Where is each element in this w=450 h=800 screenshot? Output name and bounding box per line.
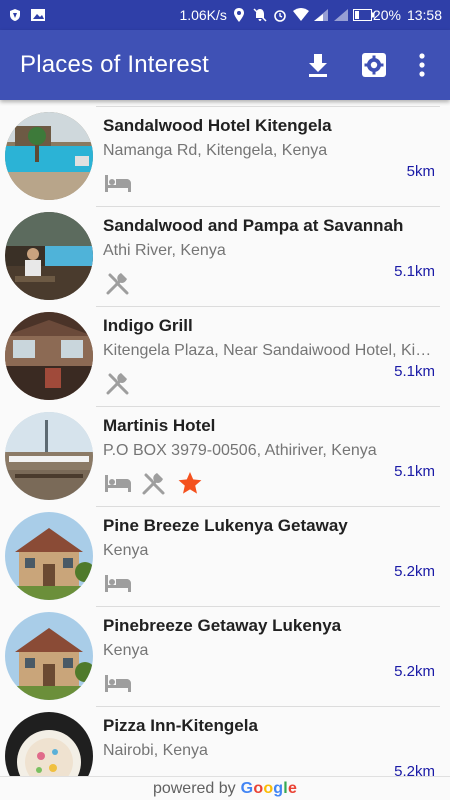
list-item[interactable]: Pizza Inn-Kitengela Nairobi, Kenya 5.2km xyxy=(0,700,450,776)
place-name: Pinebreeze Getaway Lukenya xyxy=(103,616,342,635)
place-photo xyxy=(5,612,93,700)
powered-by-google: powered by Google xyxy=(0,776,450,800)
battery-percent: 20% xyxy=(372,7,401,23)
google-logo-letter: G xyxy=(240,779,254,797)
place-distance: 5.2km xyxy=(394,663,435,680)
place-photo xyxy=(5,512,93,600)
status-bar: 1.06K/s 20% 13:58 xyxy=(0,0,450,30)
list-item[interactable]: Martinis Hotel P.O BOX 3979-00506, Athir… xyxy=(0,400,450,500)
places-list[interactable]: Sandalwood Hotel Kitengela Namanga Rd, K… xyxy=(0,100,450,776)
powered-by-label: powered by xyxy=(152,779,236,797)
image-icon xyxy=(30,8,45,22)
place-distance: 5.1km xyxy=(394,263,435,280)
hotel-icon xyxy=(103,670,133,696)
divider xyxy=(96,406,440,407)
place-photo xyxy=(5,212,93,300)
list-item[interactable]: Indigo Grill Kitengela Plaza, Near Sanda… xyxy=(0,300,450,400)
place-distance: 5.2km xyxy=(394,763,435,776)
more-options-button[interactable] xyxy=(402,37,442,93)
place-address: Nairobi, Kenya xyxy=(103,742,208,759)
settings-icon xyxy=(362,53,386,77)
place-address: Kenya xyxy=(103,642,149,659)
divider xyxy=(96,306,440,307)
signal-icon xyxy=(333,8,348,22)
place-address: Kenya xyxy=(103,542,149,559)
google-logo-letter: e xyxy=(287,779,298,797)
network-speed: 1.06K/s xyxy=(179,7,227,23)
google-logo-letter: o xyxy=(263,779,274,797)
divider xyxy=(96,506,440,507)
battery-icon xyxy=(352,8,375,22)
clock: 13:58 xyxy=(406,7,442,23)
restaurant-icon xyxy=(103,370,133,396)
download-button[interactable] xyxy=(290,37,346,93)
hotel-icon xyxy=(103,470,133,496)
restaurant-icon xyxy=(139,470,169,496)
list-item[interactable]: Pine Breeze Lukenya Getaway Kenya 5.2km xyxy=(0,500,450,600)
settings-button[interactable] xyxy=(346,37,402,93)
place-name: Pine Breeze Lukenya Getaway xyxy=(103,516,348,535)
hotel-icon xyxy=(103,570,133,596)
signal-icon xyxy=(313,8,328,22)
place-name: Sandalwood and Pampa at Savannah xyxy=(103,216,404,235)
place-photo xyxy=(5,112,93,200)
divider xyxy=(96,206,440,207)
google-logo-letter: o xyxy=(253,779,264,797)
place-name: Indigo Grill xyxy=(103,316,193,335)
list-item[interactable]: Sandalwood Hotel Kitengela Namanga Rd, K… xyxy=(0,100,450,200)
restaurant-icon xyxy=(103,270,133,296)
location-icon xyxy=(233,8,247,22)
divider xyxy=(96,106,440,107)
download-icon xyxy=(309,54,327,77)
page-title: Places of Interest xyxy=(20,51,210,78)
place-photo xyxy=(5,712,93,776)
more-vert-icon xyxy=(419,53,425,77)
hotel-icon xyxy=(103,170,133,196)
place-distance: 5km xyxy=(406,163,435,180)
place-photo xyxy=(5,312,93,400)
place-address: Athi River, Kenya xyxy=(103,242,226,259)
place-name: Martinis Hotel xyxy=(103,416,216,435)
alarm-icon xyxy=(273,8,287,22)
place-address: Namanga Rd, Kitengela, Kenya xyxy=(103,142,328,159)
google-logo-letter: g xyxy=(273,779,284,797)
place-distance: 5.1km xyxy=(394,363,435,380)
star-icon xyxy=(175,470,205,496)
place-distance: 5.1km xyxy=(394,463,435,480)
place-distance: 5.2km xyxy=(394,563,435,580)
list-item[interactable]: Sandalwood and Pampa at Savannah Athi Ri… xyxy=(0,200,450,300)
google-logo: Google xyxy=(241,780,297,798)
place-photo xyxy=(5,412,93,500)
place-address: P.O BOX 3979-00506, Athiriver, Kenya xyxy=(103,442,377,459)
shield-icon xyxy=(8,8,22,22)
divider xyxy=(96,706,440,707)
place-name: Sandalwood Hotel Kitengela xyxy=(103,116,332,135)
divider xyxy=(96,606,440,607)
place-address: Kitengela Plaza, Near Sandaiwood Hotel, … xyxy=(103,342,435,359)
notifications-off-icon xyxy=(253,8,267,22)
wifi-icon xyxy=(292,8,309,22)
list-item[interactable]: Pinebreeze Getaway Lukenya Kenya 5.2km xyxy=(0,600,450,700)
place-name: Pizza Inn-Kitengela xyxy=(103,716,258,735)
app-bar: Places of Interest xyxy=(0,30,450,100)
